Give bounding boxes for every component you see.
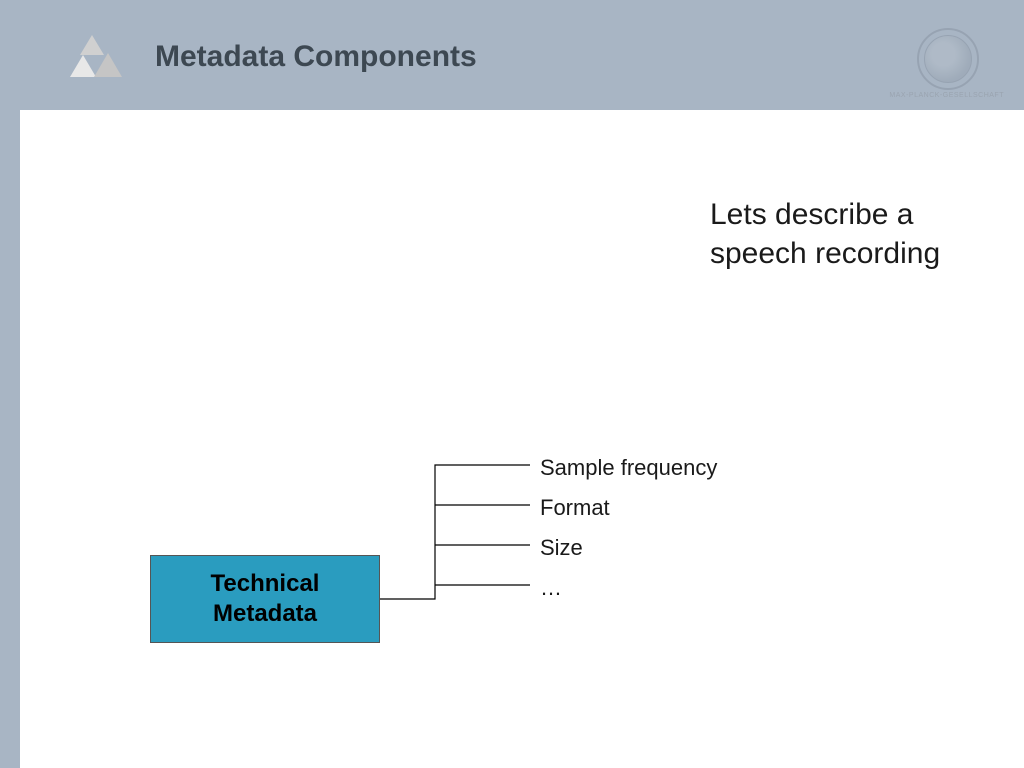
box-label-line-1: Technical: [211, 569, 320, 599]
intro-line-1: Lets describe a: [710, 195, 940, 234]
slide-title: Metadata Components: [155, 40, 477, 74]
org-seal-caption: MAX-PLANCK-GESELLSCHAFT: [889, 92, 1004, 99]
intro-text: Lets describe a speech recording: [710, 195, 940, 273]
triangles-logo-icon: [70, 35, 125, 85]
left-stripe: [0, 0, 20, 768]
technical-metadata-box: Technical Metadata: [150, 555, 380, 643]
list-item: …: [540, 575, 717, 601]
bracket-connector-icon: [380, 455, 540, 645]
intro-line-2: speech recording: [710, 234, 940, 273]
org-seal-icon: [917, 28, 979, 90]
list-item: Size: [540, 535, 717, 561]
slide-header: Metadata Components MAX-PLANCK-GESELLSCH…: [0, 0, 1024, 110]
list-item: Sample frequency: [540, 455, 717, 481]
box-label-line-2: Metadata: [211, 599, 320, 629]
metadata-items-list: Sample frequency Format Size …: [540, 455, 717, 615]
list-item: Format: [540, 495, 717, 521]
